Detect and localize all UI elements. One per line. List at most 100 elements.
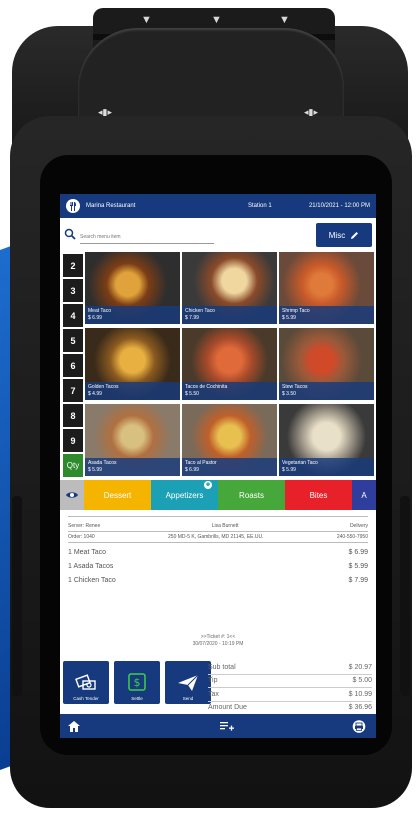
qty-4-button[interactable]: 4: [63, 304, 83, 327]
delivery-address: 250 MD-5 K, Gambrills, MD 21145, EE.UU.: [168, 534, 264, 540]
item-name: 1 Chicken Taco: [68, 577, 116, 584]
menu-item-caption: Tacos de Cochinita $ 5.50: [182, 382, 277, 400]
tax-row: Tax $ 10.99: [208, 688, 372, 701]
tax-label: Tax: [208, 690, 219, 698]
qty-button[interactable]: Qty: [63, 454, 83, 477]
restaurant-logo-icon: [66, 199, 80, 213]
misc-label: Misc: [328, 230, 346, 240]
side-button: [400, 496, 410, 696]
category-more[interactable]: A: [352, 480, 376, 510]
category-appetizers[interactable]: Appetizers ☻: [151, 480, 218, 510]
tip-row[interactable]: Tip $ 5.00: [208, 675, 372, 688]
bottom-bar: [60, 714, 376, 738]
menu-item-tile[interactable]: Meat Taco $ 6.99: [85, 252, 180, 324]
order-item[interactable]: 1 Meat Taco $ 6.99: [60, 549, 376, 563]
order-items: 1 Meat Taco $ 6.99 1 Asada Tacos $ 5.99 1 …: [60, 549, 376, 591]
menu-item-price: $ 6.99: [185, 466, 199, 473]
menu-item-caption: Meat Taco $ 6.99: [85, 306, 180, 324]
device-photo: ▼ ▼ ▼ ◂▮▸ ◂▮▸ Marina Restaurant Station …: [0, 0, 419, 814]
pencil-icon: [351, 231, 359, 239]
totals-panel: Sub total $ 20.97 Tip $ 5.00 Tax $ 10.99 Am…: [208, 661, 372, 714]
customer-name: Lisa Burnett: [211, 523, 239, 529]
menu-item-caption: Asada Tacos $ 5.99: [85, 458, 180, 476]
menu-item-price: $ 5.50: [185, 390, 199, 397]
menu-item-caption: Taco al Pastor $ 6.99: [182, 458, 277, 476]
ticket-datetime: 30/07/2020 - 10:19 PM: [192, 641, 244, 647]
order-details: Order: 1040 250 MD-5 K, Gambrills, MD 21…: [60, 534, 376, 540]
category-bar: Dessert Appetizers ☻ Roasts Bites A: [60, 480, 376, 510]
customer-phone: 240-550-7950: [336, 534, 368, 540]
order-item[interactable]: 1 Chicken Taco $ 7.99: [60, 577, 376, 591]
ticket-number: >>Ticket #: 1<<: [200, 634, 236, 640]
qty-7-button[interactable]: 7: [63, 379, 83, 402]
subtotal-label: Sub total: [208, 663, 236, 671]
side-button: [12, 496, 22, 696]
qty-8-button[interactable]: 8: [63, 404, 83, 427]
order-item[interactable]: 1 Asada Tacos $ 5.99: [60, 563, 376, 577]
category-roasts[interactable]: Roasts: [218, 480, 285, 510]
menu-item-price: $ 5.99: [282, 314, 296, 321]
menu-item-tile[interactable]: Tacos de Cochinita $ 5.50: [182, 328, 277, 400]
item-price: $ 5.99: [348, 563, 368, 570]
menu-item-tile[interactable]: Vegetarian Taco $ 5.99: [279, 404, 374, 476]
menu-item-caption: Chicken Taco $ 7.99: [182, 306, 277, 324]
send-button[interactable]: Send: [165, 661, 211, 704]
station-label: Station 1: [248, 203, 272, 209]
qty-2-button[interactable]: 2: [63, 254, 83, 277]
qty-6-button[interactable]: 6: [63, 354, 83, 377]
misc-button[interactable]: Misc: [316, 223, 372, 247]
menu-item-price: $ 5.99: [88, 466, 102, 473]
menu-item-tile[interactable]: Chicken Taco $ 7.99: [182, 252, 277, 324]
order-type: Delivery: [349, 523, 368, 529]
tip-label: Tip: [208, 677, 218, 685]
item-price: $ 6.99: [348, 549, 368, 556]
menu-item-tile[interactable]: Asada Tacos $ 5.99: [85, 404, 180, 476]
amount-due-label: Amount Due: [208, 704, 247, 712]
cash-tender-label: Cash Tender: [73, 696, 99, 701]
qty-9-button[interactable]: 9: [63, 429, 83, 452]
category-dessert[interactable]: Dessert: [84, 480, 151, 510]
search-icon[interactable]: [64, 228, 76, 240]
quantity-column: 2 3 4 5 6 7 8 9 Qty: [63, 254, 83, 479]
printer-icon[interactable]: [352, 719, 366, 733]
tip-value: $ 5.00: [352, 677, 372, 685]
menu-item-tile[interactable]: Taco al Pastor $ 6.99: [182, 404, 277, 476]
amount-due-row: Amount Due $ 36.96: [208, 702, 372, 715]
menu-item-caption: Stew Tacos $ 3.50: [279, 382, 374, 400]
divider: [68, 531, 368, 532]
menu-item-price: $ 7.99: [185, 314, 199, 321]
ticket-info: >>Ticket #: 1<< 30/07/2020 - 10:19 PM: [60, 634, 376, 648]
qty-3-button[interactable]: 3: [63, 279, 83, 302]
pos-screen: Marina Restaurant Station 1 21/10/2021 -…: [60, 194, 376, 738]
datetime-label: 21/10/2021 - 12:00 PM: [308, 203, 370, 209]
settle-button[interactable]: $ Settle: [114, 661, 160, 704]
search-input[interactable]: [80, 230, 214, 244]
qty-5-button[interactable]: 5: [63, 329, 83, 352]
item-price: $ 7.99: [348, 577, 368, 584]
menu-item-tile[interactable]: Stew Tacos $ 3.50: [279, 328, 374, 400]
amount-due-value: $ 36.96: [348, 704, 372, 712]
menu-item-caption: Shrimp Taco $ 5.99: [279, 306, 374, 324]
menu-item-price: $ 5.99: [282, 466, 296, 473]
settle-label: Settle: [131, 696, 143, 701]
eye-icon[interactable]: [60, 480, 84, 510]
home-icon[interactable]: [68, 720, 80, 732]
menu-item-price: $ 6.99: [88, 314, 102, 321]
send-label: Send: [182, 696, 194, 701]
menu-item-tile[interactable]: Shrimp Taco $ 5.99: [279, 252, 374, 324]
subtotal-row: Sub total $ 20.97: [208, 661, 372, 674]
cash-tender-button[interactable]: Cash Tender: [63, 661, 109, 704]
arrow-down-icon: ▼: [211, 14, 222, 26]
category-bites[interactable]: Bites: [285, 480, 352, 510]
item-name: 1 Meat Taco: [68, 549, 107, 556]
menu-item-caption: Golden Tacos $ 4.99: [85, 382, 180, 400]
send-icon: [178, 674, 199, 691]
add-list-icon[interactable]: [220, 721, 234, 731]
subtotal-value: $ 20.97: [348, 663, 372, 671]
order-header: Server: Renee Lisa Burnett Delivery: [60, 523, 376, 529]
divider: [68, 516, 368, 517]
smiley-icon: ☻: [204, 481, 212, 489]
menu-item-tile[interactable]: Golden Tacos $ 4.99: [85, 328, 180, 400]
top-bar: Marina Restaurant Station 1 21/10/2021 -…: [60, 194, 376, 218]
arrow-down-icon: ▼: [279, 14, 290, 26]
